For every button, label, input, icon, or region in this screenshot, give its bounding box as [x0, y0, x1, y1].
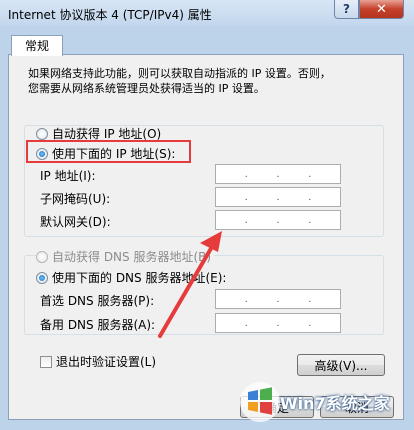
- annotation-arrow: [158, 231, 222, 338]
- tab-general[interactable]: 常规: [11, 35, 63, 56]
- watermark-logo: Win7系统之家: [238, 378, 408, 426]
- watermark-text: Win7系统之家: [280, 394, 390, 413]
- windows-logo-icon: [240, 382, 280, 422]
- tab-general-label: 常规: [24, 39, 49, 53]
- dialog-window: Internet 协议版本 4 (TCP/IPv4) 属性 ? ✕ 常规 如果网…: [0, 0, 414, 430]
